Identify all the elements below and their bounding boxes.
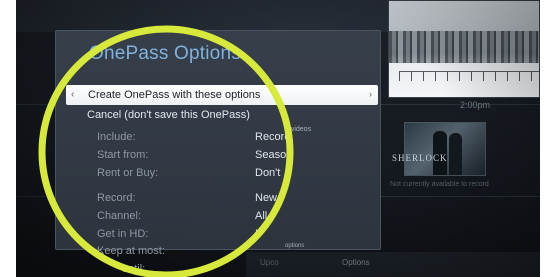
bottom-tab[interactable]: Options — [342, 258, 370, 267]
card-figure — [449, 133, 462, 175]
rent-or-buy-value[interactable]: Don't — [255, 167, 280, 179]
include-label: Include: — [97, 131, 136, 143]
start-from-value[interactable]: Season — [255, 149, 292, 161]
onepass-options-panel: OnePass Options ‹ Create OnePass with th… — [55, 30, 381, 275]
thumbnail-fence — [399, 71, 539, 81]
cancel-onepass-option[interactable]: Cancel (don't save this OnePass) — [87, 109, 250, 121]
channel-label: Channel: — [97, 210, 142, 222]
channel-value[interactable]: All — [255, 210, 267, 222]
top-strip — [16, 0, 388, 32]
create-onepass-label: Create OnePass with these options — [88, 89, 261, 101]
video-thumbnail[interactable] — [388, 0, 540, 98]
chevron-left-icon: ‹ — [71, 89, 75, 100]
chevron-right-icon: › — [369, 89, 372, 99]
create-onepass-option[interactable]: ‹ Create OnePass with these options › — [66, 85, 378, 105]
bottom-tab[interactable]: Upco — [260, 258, 279, 267]
until-label: until: — [122, 263, 146, 275]
panel-title: OnePass Options — [89, 43, 241, 64]
record-label: Record: — [97, 192, 136, 204]
get-in-hd-label: Get in HD: — [97, 228, 149, 240]
record-value[interactable]: New — [255, 192, 277, 204]
bottom-bar: Upco Options — [246, 252, 540, 277]
get-in-hd-value[interactable]: I — [255, 228, 258, 240]
rent-or-buy-label: Rent or Buy: — [97, 167, 159, 179]
thumbnail-trees — [389, 31, 539, 63]
show-card-note: Not currently available to record — [390, 181, 489, 188]
keep-at-most-label: Keep at most: — [97, 245, 165, 257]
thumbnail-time: 2:00pm — [460, 100, 491, 110]
panel-footer: options — [285, 243, 305, 249]
start-from-label: Start from: — [97, 149, 149, 161]
show-card[interactable] — [404, 122, 486, 176]
include-value[interactable]: Record — [255, 131, 290, 143]
show-card-title: SHERLOCK — [392, 153, 448, 163]
